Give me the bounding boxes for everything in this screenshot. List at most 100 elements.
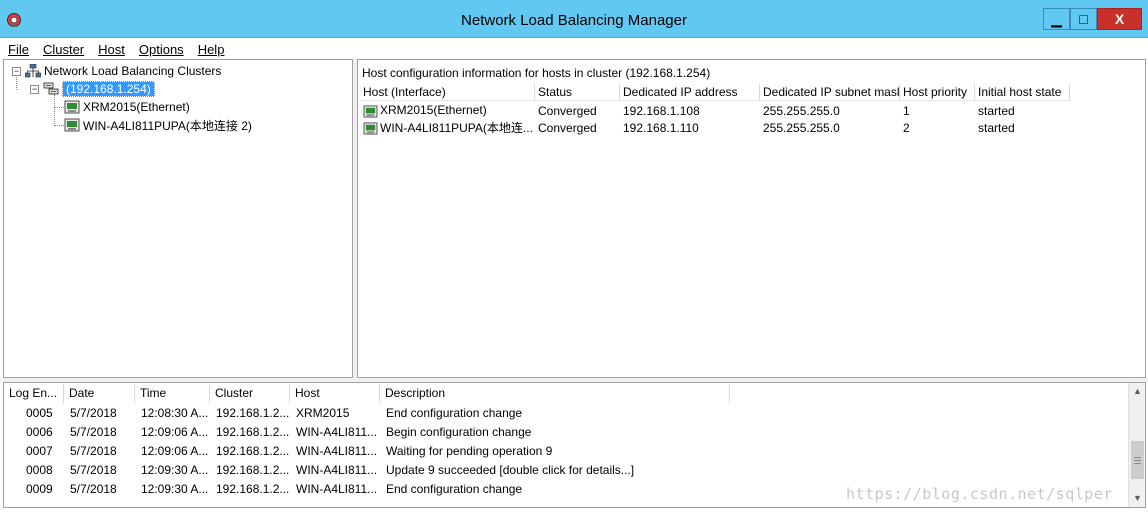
tree-cluster-node[interactable]: − (192.168.1.254) xyxy=(30,80,155,98)
scroll-down-icon[interactable]: ▼ xyxy=(1129,490,1145,507)
cell-host: WIN-A4LI811PUPA(本地连... xyxy=(380,121,533,135)
log-cluster: 192.168.1.2... xyxy=(216,443,290,458)
log-time: 12:09:06 A... xyxy=(141,443,209,458)
log-entry: 0007 xyxy=(26,443,53,458)
cell-host: XRM2015(Ethernet) xyxy=(380,103,487,118)
log-cluster: 192.168.1.2... xyxy=(216,462,290,477)
log-column-entry[interactable]: Log En... xyxy=(4,384,64,403)
host-details-panel: Host configuration information for hosts… xyxy=(357,59,1146,378)
log-row[interactable]: 0008 5/7/2018 12:09:30 A... 192.168.1.2.… xyxy=(4,460,780,479)
log-time: 12:09:06 A... xyxy=(141,424,209,439)
tree-host-node[interactable]: WIN-A4LI811PUPA(本地连接 2) xyxy=(64,116,252,134)
log-column-date[interactable]: Date xyxy=(64,384,135,403)
column-header-priority[interactable]: Host priority xyxy=(900,84,975,101)
log-host: WIN-A4LI811... xyxy=(296,481,378,496)
log-host: WIN-A4LI811... xyxy=(296,424,378,439)
grip-line xyxy=(1134,460,1141,461)
menu-file[interactable]: File xyxy=(8,42,29,57)
host-computer-icon xyxy=(363,105,378,118)
log-column-description[interactable]: Description xyxy=(380,384,730,403)
host-computer-icon xyxy=(363,122,378,135)
menu-cluster[interactable]: Cluster xyxy=(43,42,84,57)
tree-host-label: WIN-A4LI811PUPA(本地连接 2) xyxy=(83,118,252,133)
cell-state: started xyxy=(978,103,1015,118)
log-description: Begin configuration change xyxy=(386,424,532,439)
log-row[interactable]: 0005 5/7/2018 12:08:30 A... 192.168.1.2.… xyxy=(4,403,780,422)
cluster-tree[interactable]: − Network Load Balancing Clusters − (192… xyxy=(3,59,353,378)
menu-help[interactable]: Help xyxy=(198,42,225,57)
tree-connector xyxy=(54,125,64,126)
menu-options[interactable]: Options xyxy=(139,42,184,57)
detail-list-header: Host (Interface) Status Dedicated IP add… xyxy=(360,84,1070,101)
log-entry: 0006 xyxy=(26,424,53,439)
minimize-icon: ▁ xyxy=(1051,10,1062,27)
log-date: 5/7/2018 xyxy=(70,462,117,477)
host-computer-icon xyxy=(64,118,80,132)
detail-caption: Host configuration information for hosts… xyxy=(362,66,711,80)
log-host: WIN-A4LI811... xyxy=(296,443,378,458)
log-column-host[interactable]: Host xyxy=(290,384,380,403)
cell-state: started xyxy=(978,120,1015,135)
log-time: 12:09:30 A... xyxy=(141,481,209,496)
column-header-host[interactable]: Host (Interface) xyxy=(360,84,535,101)
log-cluster: 192.168.1.2... xyxy=(216,424,290,439)
log-row[interactable]: 0006 5/7/2018 12:09:06 A... 192.168.1.2.… xyxy=(4,422,780,441)
maximize-icon: □ xyxy=(1079,11,1088,27)
menu-bar: File Cluster Host Options Help xyxy=(0,39,1148,59)
log-date: 5/7/2018 xyxy=(70,405,117,420)
cell-status: Converged xyxy=(538,120,597,135)
tree-root-node[interactable]: − Network Load Balancing Clusters xyxy=(12,62,221,80)
log-host: WIN-A4LI811... xyxy=(296,462,378,477)
log-time: 12:08:30 A... xyxy=(141,405,209,420)
log-entry: 0005 xyxy=(26,405,53,420)
log-description: End configuration change xyxy=(386,405,523,420)
cell-priority: 1 xyxy=(903,103,910,118)
log-date: 5/7/2018 xyxy=(70,424,117,439)
log-description: Waiting for pending operation 9 xyxy=(386,443,553,458)
log-list-header: Log En... Date Time Cluster Host Descrip… xyxy=(4,384,730,403)
column-header-ip[interactable]: Dedicated IP address xyxy=(620,84,760,101)
cell-status: Converged xyxy=(538,103,597,118)
tree-connector xyxy=(54,107,64,108)
column-header-subnet[interactable]: Dedicated IP subnet mask xyxy=(760,84,900,101)
collapse-cluster-icon[interactable]: − xyxy=(30,84,39,94)
table-row[interactable]: XRM2015(Ethernet) Converged 192.168.1.10… xyxy=(360,102,1070,119)
minimize-button[interactable]: ▁ xyxy=(1043,8,1070,30)
column-header-state[interactable]: Initial host state xyxy=(975,84,1070,101)
cell-subnet: 255.255.255.0 xyxy=(763,103,840,118)
log-row[interactable]: 0007 5/7/2018 12:09:06 A... 192.168.1.2.… xyxy=(4,441,780,460)
column-header-status[interactable]: Status xyxy=(535,84,620,101)
network-clusters-icon xyxy=(25,64,41,78)
grip-line xyxy=(1134,457,1141,458)
tree-root-label: Network Load Balancing Clusters xyxy=(44,64,222,78)
host-computer-icon xyxy=(64,100,80,114)
grip-line xyxy=(1134,463,1141,464)
menu-host[interactable]: Host xyxy=(98,42,125,57)
cell-ip: 192.168.1.108 xyxy=(623,103,700,118)
scroll-up-icon[interactable]: ▲ xyxy=(1129,383,1145,400)
tree-connector xyxy=(54,94,55,126)
tree-host-label: XRM2015(Ethernet) xyxy=(83,100,190,114)
log-cluster: 192.168.1.2... xyxy=(216,405,290,420)
cell-subnet: 255.255.255.0 xyxy=(763,120,840,135)
log-date: 5/7/2018 xyxy=(70,443,117,458)
close-button[interactable]: X xyxy=(1097,8,1142,30)
close-icon: X xyxy=(1114,11,1125,27)
log-row[interactable]: 0009 5/7/2018 12:09:30 A... 192.168.1.2.… xyxy=(4,479,780,498)
log-description: Update 9 succeeded [double click for det… xyxy=(386,462,635,477)
scroll-thumb[interactable] xyxy=(1131,441,1144,479)
cell-priority: 2 xyxy=(903,120,910,135)
collapse-root-icon[interactable]: − xyxy=(12,66,21,76)
log-scrollbar[interactable]: ▲ ▼ xyxy=(1128,383,1145,507)
cell-ip: 192.168.1.110 xyxy=(623,120,699,135)
cluster-icon xyxy=(43,82,59,95)
table-row[interactable]: WIN-A4LI811PUPA(本地连... Converged 192.168… xyxy=(360,119,1070,136)
tree-host-node[interactable]: XRM2015(Ethernet) xyxy=(64,98,190,116)
log-entry: 0009 xyxy=(26,481,53,496)
maximize-button[interactable]: □ xyxy=(1070,8,1097,30)
log-column-time[interactable]: Time xyxy=(135,384,210,403)
log-cluster: 192.168.1.2... xyxy=(216,481,290,496)
log-host: XRM2015 xyxy=(296,405,350,420)
log-column-cluster[interactable]: Cluster xyxy=(210,384,290,403)
window-title: Network Load Balancing Manager xyxy=(461,12,687,29)
